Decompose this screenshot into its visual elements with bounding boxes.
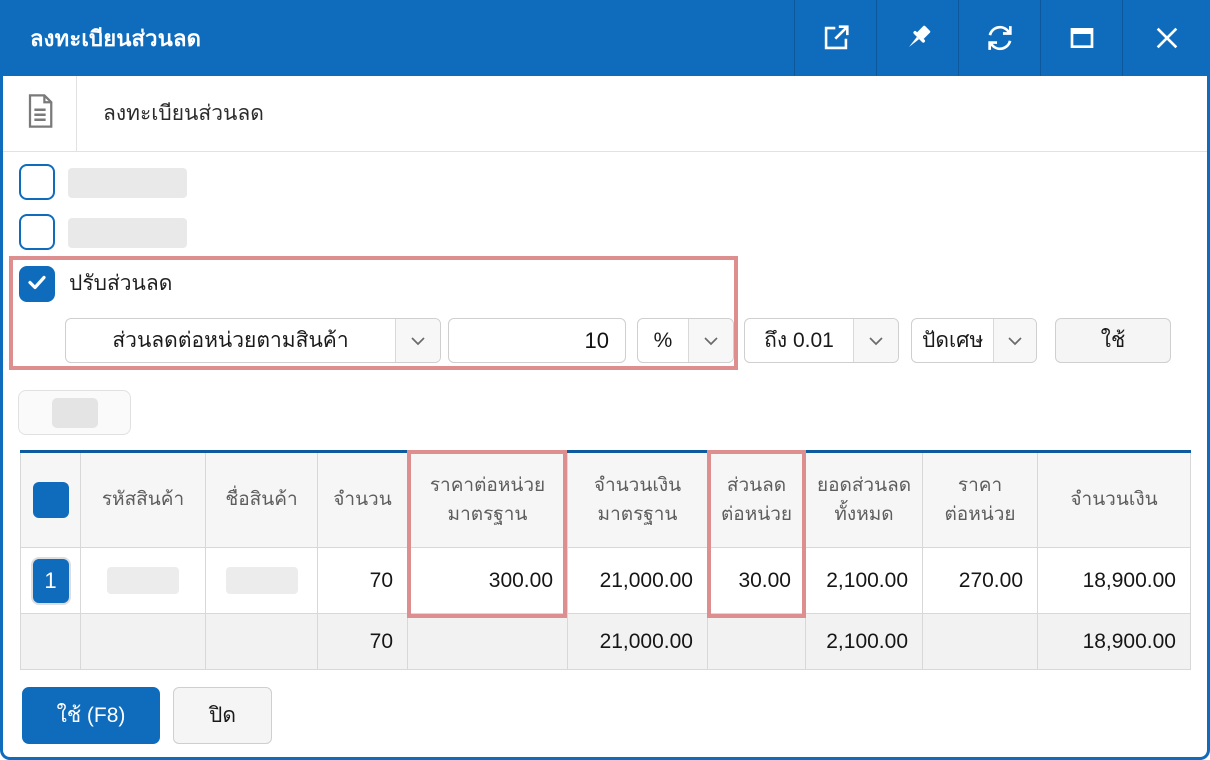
open-in-new-window-icon <box>819 21 853 55</box>
table-total-row: 70 21,000.00 2,100.00 18,900.00 <box>21 614 1191 670</box>
title-bar: ลงทะเบียนส่วนลด <box>0 0 1210 76</box>
refresh-button[interactable] <box>958 0 1040 76</box>
total-empty-cell <box>408 614 568 670</box>
discount-value-field <box>448 318 626 363</box>
col-header-quantity: จำนวน <box>318 452 408 548</box>
col-header-amount: จำนวนเงิน <box>1038 452 1191 548</box>
col-header-std-unit-price: ราคาต่อหน่วยมาตรฐาน <box>408 452 568 548</box>
total-std-amount-cell: 21,000.00 <box>568 614 708 670</box>
chevron-down-icon <box>993 319 1036 362</box>
pin-button[interactable] <box>876 0 958 76</box>
window-title: ลงทะเบียนส่วนลด <box>0 21 794 56</box>
amount-cell: 18,900.00 <box>1038 548 1191 614</box>
refresh-icon <box>983 21 1017 55</box>
chevron-down-icon <box>395 319 440 362</box>
col-header-unit-price: ราคาต่อหน่วย <box>923 452 1038 548</box>
col-header-std-amount: จำนวนเงินมาตรฐาน <box>568 452 708 548</box>
product-name-placeholder <box>226 567 298 594</box>
discount-registration-dialog: ลงทะเบียนส่วนลด <box>0 0 1210 760</box>
chevron-down-icon <box>688 319 733 362</box>
apply-f8-button[interactable]: ใช้ (F8) <box>22 687 160 744</box>
option-checkbox-2[interactable] <box>19 214 55 250</box>
precision-select-value: ถึง 0.01 <box>745 319 853 362</box>
total-empty-cell <box>206 614 318 670</box>
row-number-badge[interactable]: 1 <box>33 559 69 603</box>
product-code-cell <box>81 548 206 614</box>
discount-type-select-value: ส่วนลดต่อหน่วยตามสินค้า <box>66 319 395 362</box>
select-all-checkbox[interactable] <box>33 482 69 518</box>
precision-select[interactable]: ถึง 0.01 <box>744 318 899 363</box>
total-quantity-cell: 70 <box>318 614 408 670</box>
total-empty-cell <box>21 614 81 670</box>
total-empty-cell <box>81 614 206 670</box>
adjust-discount-checkbox[interactable] <box>19 266 55 302</box>
discount-type-select[interactable]: ส่วนลดต่อหน่วยตามสินค้า <box>65 318 441 363</box>
maximize-icon <box>1066 22 1098 54</box>
table-header-row: รหัสสินค้า ชื่อสินค้า จำนวน ราคาต่อหน่วย… <box>21 452 1191 548</box>
maximize-button[interactable] <box>1040 0 1122 76</box>
discount-value-input[interactable] <box>449 319 625 362</box>
product-name-cell <box>206 548 318 614</box>
select-all-header-cell <box>21 452 81 548</box>
document-icon <box>25 93 55 134</box>
apply-discount-button[interactable]: ใช้ <box>1055 318 1171 363</box>
total-amount-cell: 18,900.00 <box>1038 614 1191 670</box>
option-checkbox-1[interactable] <box>19 164 55 200</box>
pin-icon <box>901 21 935 55</box>
page-header-row: ลงทะเบียนส่วนลด <box>3 76 1207 152</box>
open-in-new-window-button[interactable] <box>794 0 876 76</box>
total-empty-cell <box>923 614 1038 670</box>
total-empty-cell <box>708 614 806 670</box>
checkmark-icon <box>25 270 49 299</box>
std-amount-cell: 21,000.00 <box>568 548 708 614</box>
close-button[interactable] <box>1122 0 1210 76</box>
rounding-select-value: ปัดเศษ <box>912 319 993 362</box>
total-discount-sum-cell: 2,100.00 <box>806 614 923 670</box>
discount-unit-select-value: % <box>638 319 688 362</box>
chevron-down-icon <box>853 319 898 362</box>
discount-unit-select[interactable]: % <box>637 318 734 363</box>
product-code-placeholder <box>107 567 179 594</box>
col-header-discount-per-unit: ส่วนลดต่อหน่วย <box>708 452 806 548</box>
items-table: รหัสสินค้า ชื่อสินค้า จำนวน ราคาต่อหน่วย… <box>20 450 1190 670</box>
unit-price-cell: 270.00 <box>923 548 1038 614</box>
redacted-action-button[interactable] <box>18 390 131 435</box>
option-label-placeholder-2 <box>68 218 187 248</box>
row-number-cell: 1 <box>21 548 81 614</box>
option-label-placeholder-1 <box>68 168 187 198</box>
std-unit-price-cell: 300.00 <box>408 548 568 614</box>
document-icon-cell <box>3 76 77 151</box>
rounding-select[interactable]: ปัดเศษ <box>911 318 1037 363</box>
discount-per-unit-cell: 30.00 <box>708 548 806 614</box>
button-label-placeholder <box>52 398 98 428</box>
total-discount-cell: 2,100.00 <box>806 548 923 614</box>
close-icon <box>1151 22 1183 54</box>
page-title: ลงทะเบียนส่วนลด <box>77 76 264 151</box>
adjust-discount-label: ปรับส่วนลด <box>69 266 172 302</box>
quantity-cell: 70 <box>318 548 408 614</box>
col-header-product-name: ชื่อสินค้า <box>206 452 318 548</box>
col-header-product-code: รหัสสินค้า <box>81 452 206 548</box>
col-header-total-discount: ยอดส่วนลดทั้งหมด <box>806 452 923 548</box>
close-dialog-button[interactable]: ปิด <box>173 687 272 744</box>
table-row: 1 70 300.00 21,000.00 30.00 2,100.00 270… <box>21 548 1191 614</box>
